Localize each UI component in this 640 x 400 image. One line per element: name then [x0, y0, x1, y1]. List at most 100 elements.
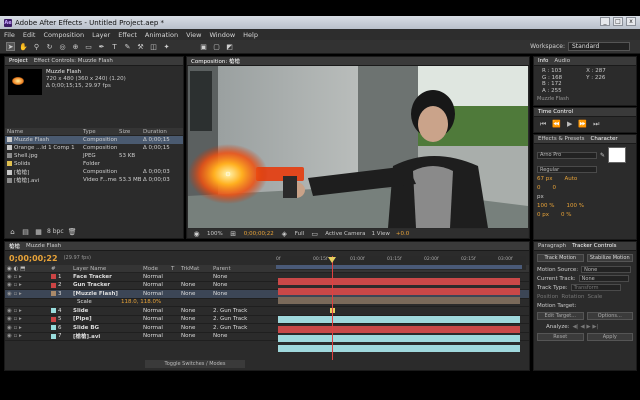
camera-tool-icon[interactable]: ◎ [58, 42, 67, 51]
play-icon[interactable]: ▶ [567, 120, 572, 129]
menu-effect[interactable]: Effect [118, 31, 137, 39]
layer-mode[interactable]: Normal [141, 291, 169, 297]
tab-effect-controls[interactable]: Effect Controls: Muzzle Flash [34, 58, 113, 64]
project-item[interactable]: Muzzle Flash Composition Δ 0;00;15 [5, 136, 183, 144]
viewer-timecode[interactable]: 0;00;00;22 [244, 231, 274, 237]
layer-name[interactable]: [槍槍].avi [71, 332, 141, 340]
layer-parent[interactable]: 2. Gun Track [211, 316, 271, 322]
project-item[interactable]: [槍槍] Composition Δ 0;00;03 [5, 168, 183, 176]
tab-timeline-main[interactable]: 槍槍 [9, 242, 20, 250]
clone-stamp-tool-icon[interactable]: ⚒ [136, 42, 145, 51]
label-color-icon[interactable] [51, 316, 56, 322]
label-color-icon[interactable] [51, 291, 56, 297]
col-size[interactable]: Size [117, 129, 141, 135]
layer-duration-bar[interactable] [278, 316, 520, 323]
col-trkmat[interactable]: TrkMat [179, 266, 211, 272]
project-item[interactable]: Shell.jpg JPEG 53 KB [5, 152, 183, 160]
eraser-tool-icon[interactable]: ◫ [149, 42, 158, 51]
axis-mode-icon[interactable]: ▣ [199, 42, 208, 51]
workspace-select[interactable]: Standard [568, 42, 630, 51]
layer-trkmat[interactable]: None [179, 333, 211, 339]
layer-trkmat[interactable]: None [179, 282, 211, 288]
timeline-timecode[interactable]: 0;00;00;22 [9, 254, 58, 263]
selection-tool-icon[interactable]: ➤ [6, 42, 15, 51]
rotation-checkbox[interactable]: Rotation [561, 294, 584, 300]
label-color-icon[interactable] [51, 274, 56, 280]
col-layer-number[interactable]: # [49, 266, 71, 272]
grid-icon[interactable]: ⊞ [229, 229, 238, 238]
track-motion-button[interactable]: Track Motion [537, 254, 584, 262]
motion-source-select[interactable]: None [581, 266, 632, 273]
view-layout-select[interactable]: 1 View [372, 231, 390, 237]
layer-switches[interactable]: ◉ ▫ ▸ [5, 282, 49, 288]
layer-switches[interactable]: ◉ ▫ ▸ [5, 308, 49, 314]
apply-button[interactable]: Apply [586, 333, 633, 341]
leading-value[interactable]: Auto [565, 176, 578, 182]
col-duration[interactable]: Duration [141, 129, 181, 135]
zoom-tool-icon[interactable]: ⚲ [32, 42, 41, 51]
layer-switches[interactable]: ◉ ▫ ▸ [5, 325, 49, 331]
prev-frame-icon[interactable]: ⏪ [552, 120, 561, 129]
layer-trkmat[interactable]: None [179, 291, 211, 297]
puppet-tool-icon[interactable]: ✦ [162, 42, 171, 51]
layer-duration-bar[interactable] [278, 335, 520, 342]
project-item[interactable]: [槍槍].avi Video F...mea 53.3 MB Δ 0;00;03 [5, 176, 183, 184]
project-item[interactable]: Solids Folder [5, 160, 183, 168]
world-axis-icon[interactable]: ▢ [212, 42, 221, 51]
work-area-bar[interactable] [276, 265, 522, 269]
layer-duration-bar[interactable] [278, 297, 520, 304]
resolution-select[interactable]: Full [295, 231, 304, 237]
tsume-value[interactable]: 0 % [561, 212, 571, 218]
tab-character[interactable]: Character [591, 136, 618, 142]
hand-tool-icon[interactable]: ✋ [19, 42, 28, 51]
tab-paragraph[interactable]: Paragraph [538, 243, 566, 249]
label-color-icon[interactable] [51, 325, 56, 331]
always-preview-icon[interactable]: ◉ [192, 229, 201, 238]
interpret-footage-icon[interactable]: ⌂ [8, 227, 17, 236]
layer-mode[interactable]: Normal [141, 282, 169, 288]
toggle-switches-modes[interactable]: Toggle Switches / Modes [145, 360, 245, 368]
tab-tracker-controls[interactable]: Tracker Controls [572, 243, 616, 249]
layer-name[interactable]: [Muzzle Flash] [71, 291, 141, 297]
layer-mode[interactable]: Normal [141, 325, 169, 331]
tab-time-control[interactable]: Time Control [538, 109, 573, 115]
tab-project[interactable]: Project [9, 58, 28, 64]
scale-checkbox[interactable]: Scale [587, 294, 602, 300]
close-button[interactable]: x [626, 17, 636, 26]
first-frame-icon[interactable]: ⏮ [540, 120, 546, 129]
fill-color-swatch[interactable] [608, 147, 627, 163]
exposure-value[interactable]: +0.0 [396, 231, 409, 237]
layer-switches[interactable]: ◉ ▫ ▸ [5, 333, 49, 339]
layer-name[interactable]: Face Tracker [71, 274, 141, 280]
col-type[interactable]: Type [81, 129, 117, 135]
layer-switches[interactable]: ◉ ▫ ▸ [5, 274, 49, 280]
layer-switches[interactable]: ◉ ▫ ▸ [5, 316, 49, 322]
horizontal-scale-value[interactable]: 100 % [566, 203, 583, 209]
layer-mode[interactable]: Normal [141, 274, 169, 280]
eyedropper-icon[interactable]: ✎ [600, 152, 605, 159]
layer-trkmat[interactable]: None [179, 308, 211, 314]
layer-parent[interactable]: 2. Gun Track [211, 325, 271, 331]
minimize-button[interactable]: _ [600, 17, 610, 26]
delete-icon[interactable]: 🗑 [68, 227, 77, 236]
tracking-value[interactable]: 0 [553, 185, 557, 191]
tab-info[interactable]: Info [538, 58, 548, 64]
layer-duration-bar[interactable] [278, 325, 520, 333]
brush-tool-icon[interactable]: ✎ [123, 42, 132, 51]
position-checkbox[interactable]: Position [537, 294, 558, 300]
layer-duration-bar[interactable] [278, 344, 520, 352]
col-layer-name[interactable]: Layer Name [71, 266, 141, 272]
col-name[interactable]: Name [5, 129, 81, 135]
zoom-select[interactable]: 100% [207, 231, 223, 237]
new-composition-icon[interactable]: ▦ [34, 227, 43, 236]
layer-name[interactable]: Gun Tracker [71, 282, 141, 288]
layer-duration-bar[interactable] [278, 278, 520, 285]
region-of-interest-icon[interactable]: ▭ [310, 229, 319, 238]
maximize-button[interactable]: □ [613, 17, 623, 26]
time-ruler[interactable]: 0f 00:15f 01:00f 01:15f 02:00f 02:15f 03:00f [276, 256, 526, 270]
view-axis-icon[interactable]: ◩ [225, 42, 234, 51]
col-mode[interactable]: Mode [141, 266, 169, 272]
layer-parent[interactable]: None [211, 291, 271, 297]
label-color-icon[interactable] [51, 308, 56, 314]
label-color-icon[interactable] [51, 282, 56, 288]
